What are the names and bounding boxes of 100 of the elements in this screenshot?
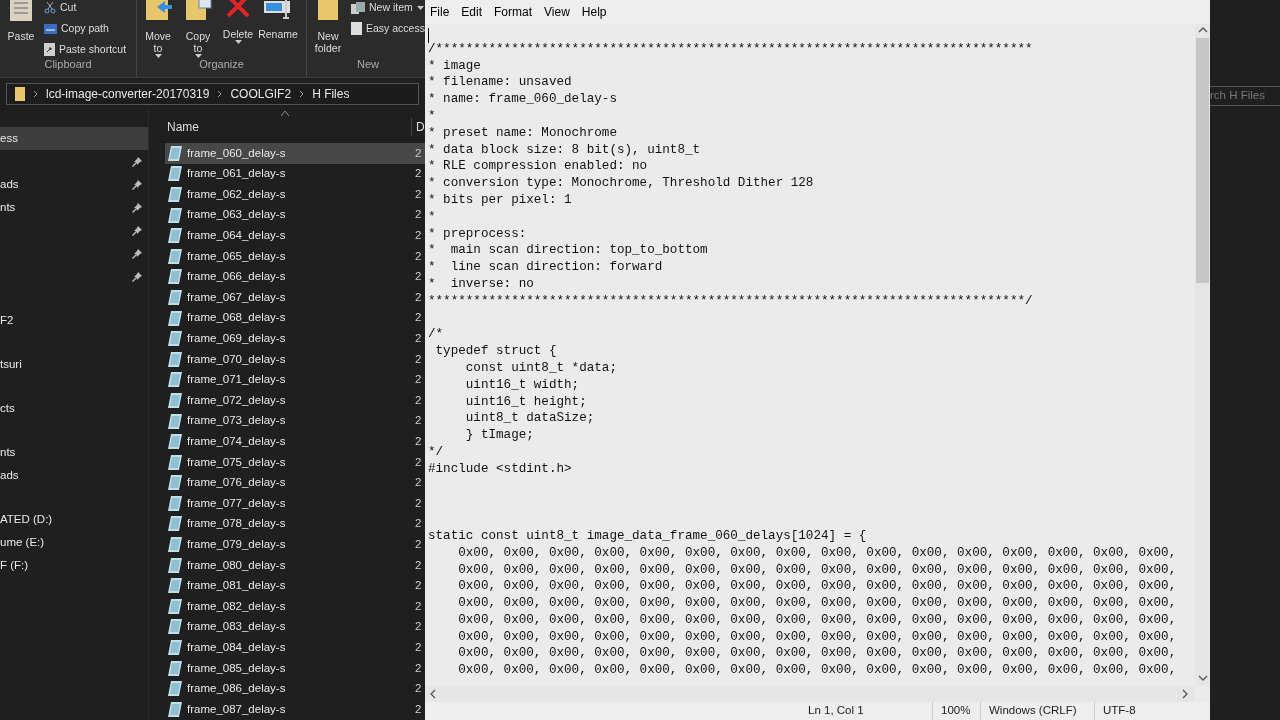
file-icon	[168, 372, 182, 388]
file-name: frame_064_delay-s	[186, 228, 287, 244]
file-name: frame_065_delay-s	[186, 248, 287, 264]
file-name: frame_081_delay-s	[186, 578, 287, 594]
file-row[interactable]: frame_079_delay-s 2	[165, 534, 425, 555]
file-row[interactable]: frame_063_delay-s 2	[165, 204, 425, 226]
horizontal-scrollbar[interactable]	[425, 686, 1195, 702]
table-cell-text: 2	[415, 351, 422, 367]
file-row[interactable]: frame_073_delay-s 2	[165, 410, 425, 432]
text-area[interactable]: /******************************************************************************* * image * filename: unsaved * name: frame_060_delay-s * * preset name: Monochrome * data block size: 8 bit(s), uint8_t * RLE compression enabled: no * conversion type: Monochrome, Threshold Dither 128 * bits per pixel: 1 * * preprocess: * main scan direction: top_to_bottom * line scan direction: forward * inverse: no *******************************************************************************/ /* typedef struct { const uint8_t *data; uint16_t width; uint16_t height; uint8_t dataSize; } tImage; */ #include <stdint.h> static const uint8_t image_data_frame_060_delays[1024] = { 0x00, 0x00, 0x00, 0x00, 0x00, 0x00, 0x00, 0x00, 0x00, 0x00, 0x00, 0x00, 0x00, 0x00, 0x00, 0x00, 0x00, 0x00, 0x00, 0x00, 0x00, 0x00, 0x00, 0x00, 0x00, 0x00, 0x00, 0x00, 0x00, 0x00, 0x00, 0x00, 0x00, 0x00, 0x00, 0x00, 0x00, 0x00, 0x00, 0x00, 0x00, 0x00, 0x00, 0x00, 0x00, 0x00, 0x00, 0x00, 0x00, 0x00, 0x00, 0x00, 0x00, 0x00, 0x00, 0x00, 0x00, 0x00, 0x00, 0x00, 0x00, 0x00, 0x00, 0x00, 0x00, 0x00, 0x00, 0x00, 0x00, 0x00, 0x00, 0x00, 0x00, 0x00, 0x00, 0x00, 0x00, 0x00, 0x00, 0x00, 0x00, 0x00, 0x00, 0x00, 0x00, 0x00, 0x00, 0x00, 0x00, 0x00, 0x00, 0x00, 0x00, 0x00, 0x00, 0x00, 0x00, 0x00, 0x00, 0x00, 0x00, 0x00, 0x00, 0x00, 0x00, 0x00, 0x00, 0x00, 0x00, 0x00, 0x00, 0x00, 0x00, 0x00, 0x00, 0x00, 0x00, 0x00, 0x00, 0x00, 0x00, 0x00, 0x00, 0x00, 0x00, 0x00, 0x00, 0x00,	[425, 24, 1195, 680]
table-cell-text: 2	[415, 413, 422, 429]
table-cell-text: 2	[415, 639, 422, 655]
file-icon	[168, 619, 182, 635]
address-bar[interactable]: lcd-image-converter-20170319 COOLGIF2 H Files	[6, 83, 419, 105]
file-name: frame_073_delay-s	[186, 413, 287, 429]
file-row[interactable]: frame_086_delay-s 2	[165, 678, 425, 700]
menu-item[interactable]: Help	[581, 3, 607, 21]
file-row[interactable]: frame_062_delay-s 2	[165, 184, 425, 205]
file-row[interactable]: frame_082_delay-s 2	[165, 596, 425, 617]
file-row[interactable]: frame_085_delay-s 2	[165, 657, 425, 679]
breadcrumb[interactable]: H Files	[312, 85, 350, 103]
file-row[interactable]: frame_078_delay-s 2	[165, 513, 425, 535]
ribbon-button[interactable]: Paste	[4, 0, 38, 42]
file-name: frame_060_delay-s	[186, 145, 287, 161]
nav-item[interactable]: F (F:)	[0, 554, 148, 577]
file-icon	[168, 660, 182, 676]
menu-item[interactable]: File	[430, 3, 450, 21]
page-icon	[351, 22, 362, 36]
file-row[interactable]: frame_071_delay-s 2	[165, 369, 425, 391]
nav-item[interactable]: ume (E:)	[0, 531, 148, 554]
file-row[interactable]: frame_068_delay-s 2	[165, 307, 425, 329]
file-row[interactable]: frame_066_delay-s 2	[165, 266, 425, 288]
menu-item[interactable]: Edit	[461, 3, 483, 21]
breadcrumb[interactable]: COOLGIF2	[230, 85, 292, 103]
file-row[interactable]: frame_065_delay-s 2	[165, 245, 425, 267]
file-name: frame_085_delay-s	[186, 660, 287, 676]
ribbon-group-label: Clipboard	[44, 57, 92, 72]
rename-icon	[263, 0, 293, 20]
file-row[interactable]: frame_060_delay-s 2	[165, 143, 425, 164]
file-icon	[168, 331, 182, 347]
file-row[interactable]: frame_069_delay-s 2	[165, 328, 425, 349]
file-row[interactable]: frame_087_delay-s 2	[165, 699, 425, 720]
file-row[interactable]: frame_076_delay-s 2	[165, 472, 425, 494]
table-cell-text: 2	[415, 536, 422, 552]
file-row[interactable]: frame_067_delay-s 2	[165, 287, 425, 308]
nav-item[interactable]: nts	[0, 196, 148, 219]
file-row[interactable]: frame_077_delay-s 2	[165, 493, 425, 514]
ribbon-button[interactable]: Delete	[221, 0, 255, 44]
file-row[interactable]: frame_081_delay-s 2	[165, 575, 425, 597]
column-header[interactable]: D	[411, 117, 425, 136]
nav-item[interactable]: ads	[0, 173, 148, 196]
file-name: frame_074_delay-s	[186, 434, 287, 449]
file-row[interactable]: frame_075_delay-s 2	[165, 451, 425, 473]
search-field[interactable]: rch H Files	[1210, 86, 1280, 106]
nav-item[interactable]: F2	[0, 309, 148, 332]
chevron-icon	[299, 90, 305, 98]
file-name: frame_077_delay-s	[186, 495, 287, 511]
file-name: frame_082_delay-s	[186, 598, 287, 614]
path-icon	[44, 23, 57, 34]
ribbon-small-button[interactable]: New item	[351, 0, 425, 16]
scroll-thumb[interactable]	[1196, 38, 1209, 283]
file-name: frame_072_delay-s	[186, 392, 287, 408]
nav-item[interactable]: ads	[0, 464, 148, 487]
file-row[interactable]: frame_061_delay-s 2	[165, 163, 425, 185]
file-name: frame_087_delay-s	[186, 701, 287, 717]
file-name: frame_067_delay-s	[186, 289, 287, 305]
file-row[interactable]: frame_070_delay-s 2	[165, 348, 425, 370]
ribbon-small-button[interactable]: Copy path	[44, 20, 127, 37]
file-name: frame_084_delay-s	[186, 639, 287, 655]
ribbon-button[interactable]: New folder	[311, 0, 345, 54]
column-header[interactable]: Name	[149, 117, 411, 136]
file-name: frame_061_delay-s	[186, 166, 287, 182]
breadcrumb[interactable]: lcd-image-converter-20170319	[46, 85, 210, 103]
file-row[interactable]: frame_072_delay-s 2	[165, 390, 425, 411]
file-icon	[168, 701, 182, 717]
file-icon	[168, 145, 182, 161]
file-name: frame_071_delay-s	[186, 372, 287, 388]
nav-item[interactable]: tsuri	[0, 353, 148, 376]
file-name: frame_076_delay-s	[186, 475, 287, 491]
ribbon-button[interactable]: Move to	[141, 0, 175, 58]
status-item: 100%	[932, 702, 980, 720]
file-name: frame_083_delay-s	[186, 619, 287, 635]
nav-item[interactable]: nts	[0, 441, 148, 464]
file-row[interactable]: frame_064_delay-s 2	[165, 225, 425, 246]
ribbon-small-button[interactable]: Easy access	[351, 20, 425, 37]
nav-item[interactable]: cts	[0, 397, 148, 420]
file-row[interactable]: frame_083_delay-s 2	[165, 616, 425, 638]
menu-item[interactable]: View	[544, 3, 570, 21]
file-row[interactable]: frame_084_delay-s 2	[165, 637, 425, 658]
menu-item[interactable]: Format	[494, 3, 533, 21]
table-cell-text: 2	[415, 392, 422, 408]
nav-item[interactable]: ATED (D:)	[0, 508, 148, 531]
vertical-scrollbar[interactable]	[1195, 24, 1210, 686]
nav-item[interactable]: ess	[0, 127, 148, 150]
ribbon-small-button[interactable]: Paste shortcut	[44, 41, 127, 58]
file-row[interactable]: frame_080_delay-s 2	[165, 554, 425, 576]
file-row[interactable]: frame_074_delay-s 2	[165, 431, 425, 452]
ribbon-small-button[interactable]: Cut	[44, 0, 127, 16]
file-icon	[168, 495, 182, 511]
ribbon-button[interactable]: Copy to	[181, 0, 215, 58]
